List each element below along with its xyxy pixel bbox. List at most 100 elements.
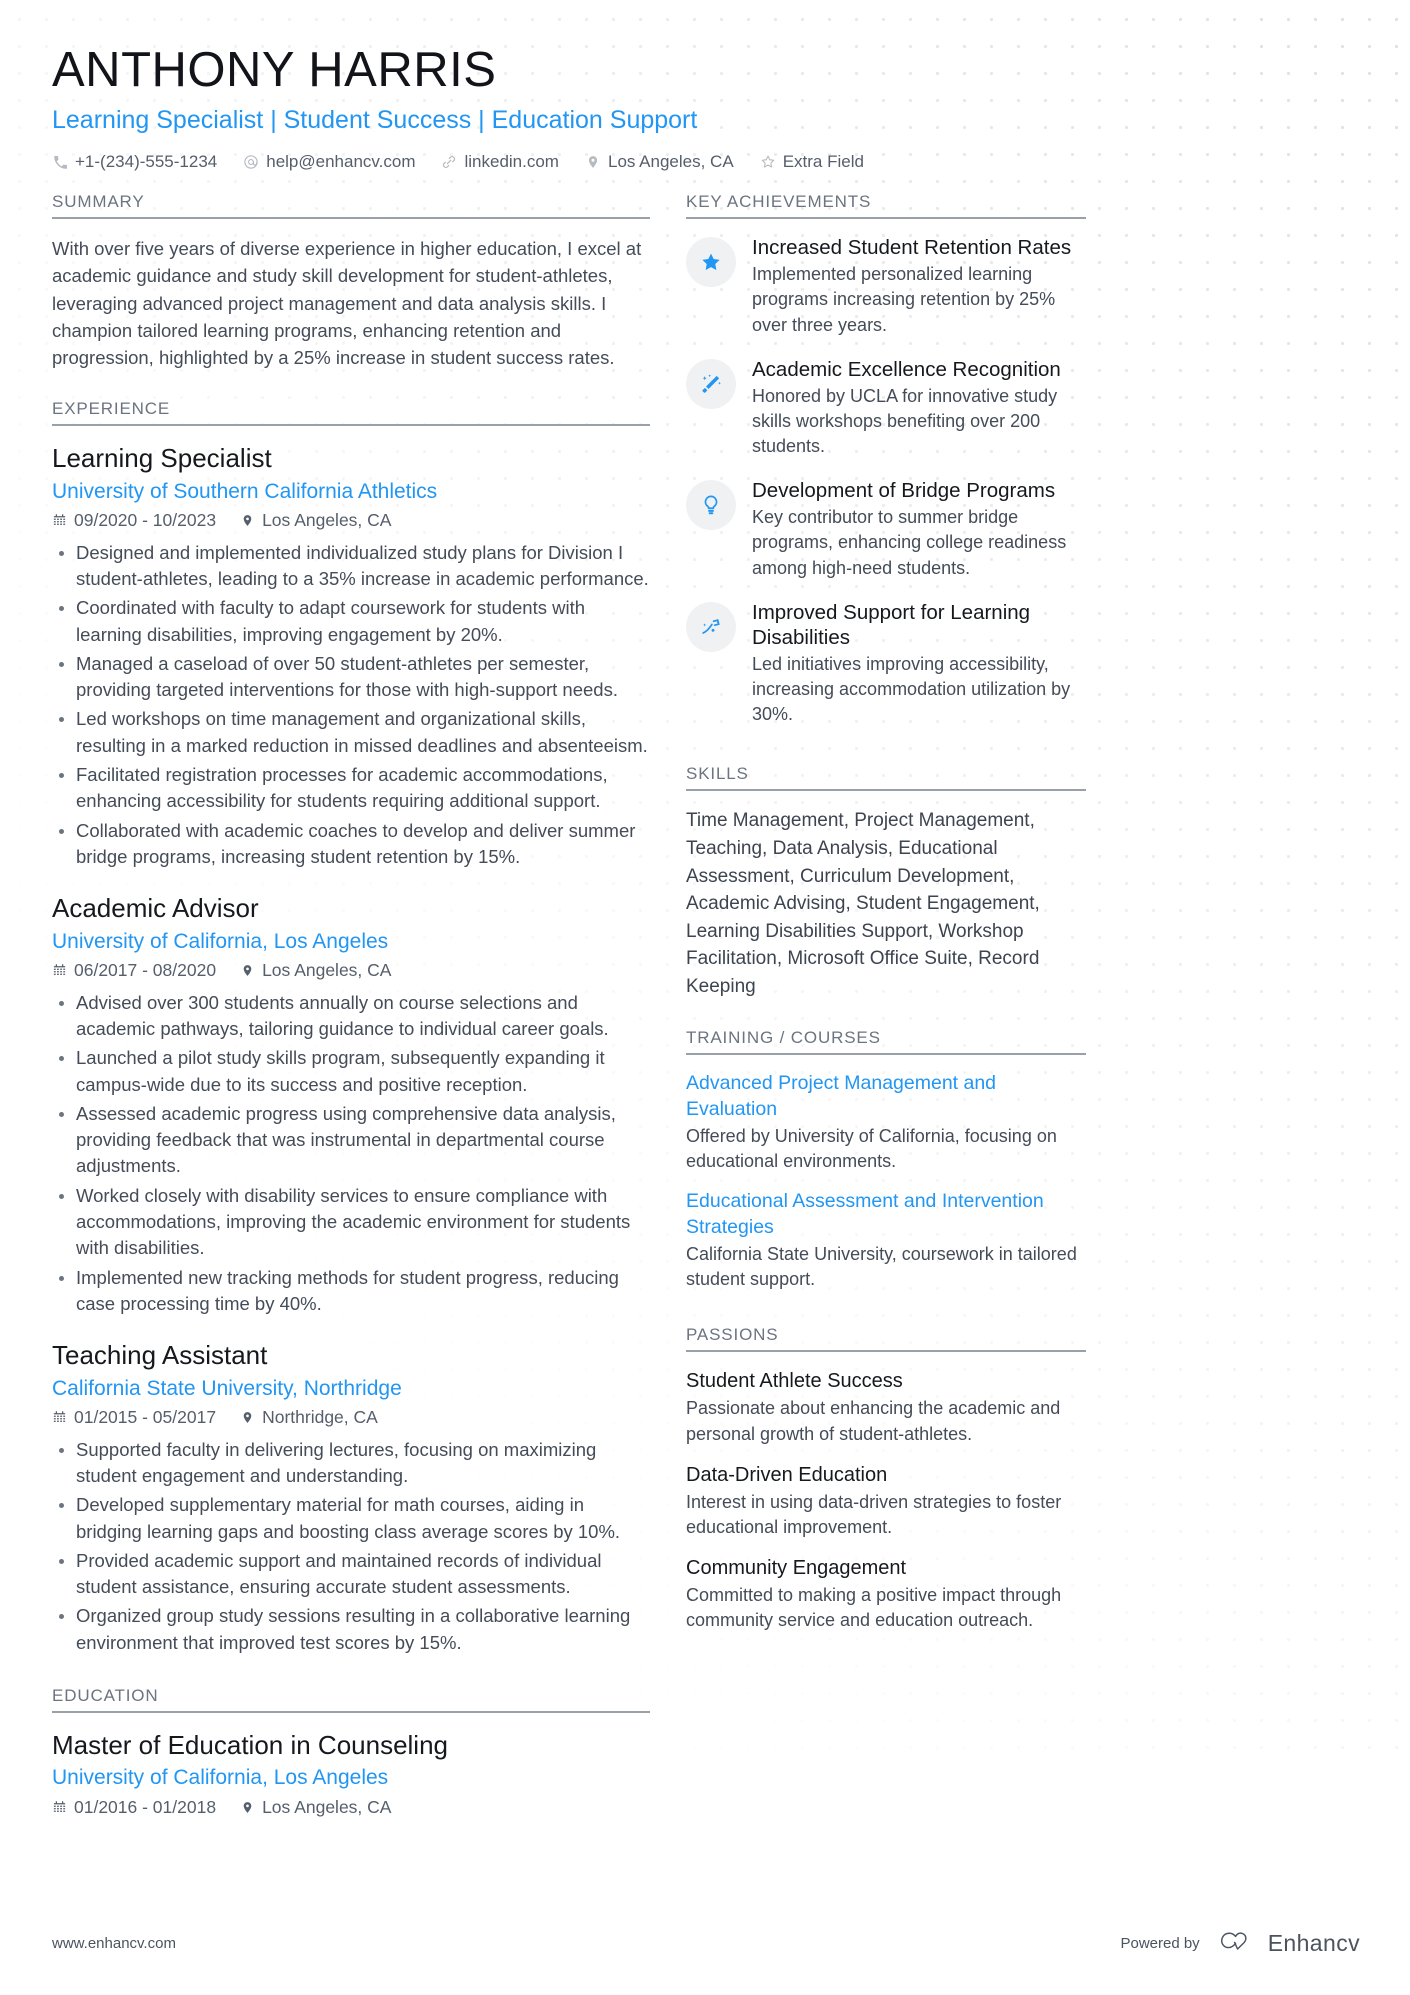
education-section-title: EDUCATION	[52, 1686, 650, 1713]
experience-entry: Teaching Assistant California State Univ…	[52, 1339, 650, 1656]
bullet-item: Supported faculty in delivering lectures…	[52, 1437, 650, 1490]
contact-phone[interactable]: +1-(234)-555-1234	[52, 152, 217, 172]
experience-bullets: Advised over 300 students annually on co…	[52, 990, 650, 1317]
section-education: EDUCATION Master of Education in Counsel…	[52, 1686, 650, 1818]
passion-title: Data-Driven Education	[686, 1463, 888, 1486]
achievement-item: Increased Student Retention Rates Implem…	[686, 235, 1086, 338]
achievement-body: Improved Support for Learning Disabiliti…	[752, 600, 1086, 728]
link-icon	[441, 154, 457, 170]
star-icon	[700, 251, 722, 273]
calendar-icon	[52, 1410, 67, 1425]
bullet-item: Collaborated with academic coaches to de…	[52, 818, 650, 871]
passion-description: Committed to making a positive impact th…	[686, 1585, 1062, 1631]
achievement-title: Increased Student Retention Rates	[752, 236, 1072, 260]
course-title[interactable]: Educational Assessment and Intervention …	[686, 1189, 1086, 1240]
achievement-body: Academic Excellence Recognition Honored …	[752, 357, 1086, 460]
experience-entry: Learning Specialist University of Southe…	[52, 442, 650, 870]
resume-header: ANTHONY HARRIS Learning Specialist | Stu…	[52, 44, 1360, 172]
bullet-item: Led workshops on time management and org…	[52, 706, 650, 759]
phone-icon	[52, 154, 68, 170]
left-column: SUMMARY With over five years of diverse …	[52, 192, 650, 1827]
experience-job-title: Learning Specialist	[52, 443, 272, 474]
email-icon	[243, 154, 259, 170]
experience-location: Northridge, CA	[240, 1407, 378, 1428]
experience-location-text: Northridge, CA	[262, 1406, 378, 1427]
education-location: Los Angeles, CA	[240, 1797, 391, 1818]
achievement-badge	[686, 480, 736, 531]
experience-location-text: Los Angeles, CA	[262, 509, 392, 530]
location-icon	[240, 963, 255, 978]
training-section-title: TRAINING / COURSES	[686, 1028, 1086, 1056]
contact-linkedin-text: linkedin.com	[464, 152, 559, 172]
contact-linkedin[interactable]: linkedin.com	[441, 152, 559, 172]
contact-email-text: help@enhancv.com	[266, 152, 416, 172]
achievement-description: Implemented personalized learning progra…	[752, 264, 1056, 335]
experience-dates-text: 01/2015 - 05/2017	[74, 1406, 217, 1427]
contact-row: +1-(234)-555-1234 help@enhancv.com linke…	[52, 152, 1360, 172]
bullet-item: Advised over 300 students annually on co…	[52, 990, 650, 1043]
education-institution[interactable]: University of California, Los Angeles	[52, 1764, 650, 1791]
summary-section-title: SUMMARY	[52, 192, 650, 220]
contact-location[interactable]: Los Angeles, CA	[585, 152, 734, 172]
achievement-body: Increased Student Retention Rates Implem…	[752, 235, 1086, 338]
course-item: Educational Assessment and Intervention …	[686, 1189, 1086, 1292]
footer-brand: Powered by Enhancv	[1120, 1930, 1360, 1957]
bullet-item: Launched a pilot study skills program, s…	[52, 1045, 650, 1098]
trending-up-icon	[700, 616, 722, 638]
contact-phone-text: +1-(234)-555-1234	[75, 152, 218, 172]
experience-organization[interactable]: University of Southern California Athlet…	[52, 478, 650, 505]
passion-title: Community Engagement	[686, 1557, 907, 1580]
achievement-description: Honored by UCLA for innovative study ski…	[752, 385, 1058, 457]
education-dates-text: 01/2016 - 01/2018	[74, 1796, 217, 1817]
experience-dates: 09/2020 - 10/2023	[52, 510, 216, 531]
experience-location: Los Angeles, CA	[240, 960, 391, 981]
magic-wand-icon	[700, 373, 722, 395]
location-icon	[240, 1410, 255, 1425]
footer-url[interactable]: www.enhancv.com	[52, 1935, 176, 1952]
achievement-title: Development of Bridge Programs	[752, 479, 1056, 503]
course-description: California State University, coursework …	[686, 1243, 1077, 1290]
calendar-icon	[52, 1800, 67, 1815]
location-icon	[240, 513, 255, 528]
section-key-achievements: KEY ACHIEVEMENTS Increased Student Reten…	[686, 192, 1086, 727]
experience-dates-text: 06/2017 - 08/2020	[74, 959, 217, 980]
experience-meta: 01/2015 - 05/2017 Northridge, CA	[52, 1407, 650, 1428]
experience-organization[interactable]: University of California, Los Angeles	[52, 928, 650, 955]
enhancv-logo[interactable]: Enhancv	[1216, 1930, 1360, 1957]
experience-bullets: Supported faculty in delivering lectures…	[52, 1437, 650, 1656]
passion-description: Passionate about enhancing the academic …	[686, 1398, 1061, 1444]
achievement-badge	[686, 601, 736, 652]
experience-dates: 01/2015 - 05/2017	[52, 1407, 216, 1428]
experience-section-title: EXPERIENCE	[52, 399, 650, 427]
skills-section-title: SKILLS	[686, 764, 1086, 792]
education-dates: 01/2016 - 01/2018	[52, 1797, 216, 1818]
course-description: Offered by University of California, foc…	[686, 1125, 1057, 1172]
achievement-description: Led initiatives improving accessibility,…	[752, 653, 1071, 725]
bullet-item: Organized group study sessions resulting…	[52, 1603, 650, 1656]
section-experience: EXPERIENCE Learning Specialist Universit…	[52, 399, 650, 1656]
passions-section-title: PASSIONS	[686, 1325, 1086, 1353]
experience-entry: Academic Advisor University of Californi…	[52, 892, 650, 1317]
bullet-item: Designed and implemented individualized …	[52, 540, 650, 593]
location-icon	[585, 154, 601, 170]
experience-job-title: Academic Advisor	[52, 893, 259, 924]
course-title[interactable]: Advanced Project Management and Evaluati…	[686, 1071, 1086, 1122]
achievement-badge	[686, 358, 736, 409]
experience-dates-text: 09/2020 - 10/2023	[74, 509, 217, 530]
education-entry: Master of Education in Counseling Univer…	[52, 1729, 650, 1818]
resume-columns: SUMMARY With over five years of diverse …	[52, 192, 1360, 1827]
summary-text: With over five years of diverse experien…	[52, 238, 642, 368]
contact-email[interactable]: help@enhancv.com	[243, 152, 415, 172]
calendar-icon	[52, 963, 67, 978]
experience-meta: 06/2017 - 08/2020 Los Angeles, CA	[52, 960, 650, 981]
contact-extra-field[interactable]: Extra Field	[760, 152, 864, 172]
achievement-title: Academic Excellence Recognition	[752, 357, 1061, 381]
candidate-headline: Learning Specialist | Student Success | …	[52, 105, 698, 134]
footer-powered-by-label: Powered by	[1120, 1935, 1200, 1952]
experience-bullets: Designed and implemented individualized …	[52, 540, 650, 870]
education-degree: Master of Education in Counseling	[52, 1729, 449, 1760]
contact-extra-field-text: Extra Field	[782, 152, 864, 172]
experience-organization[interactable]: California State University, Northridge	[52, 1375, 650, 1402]
achievement-item: Development of Bridge Programs Key contr…	[686, 478, 1086, 581]
enhancv-brand-name: Enhancv	[1267, 1930, 1360, 1956]
